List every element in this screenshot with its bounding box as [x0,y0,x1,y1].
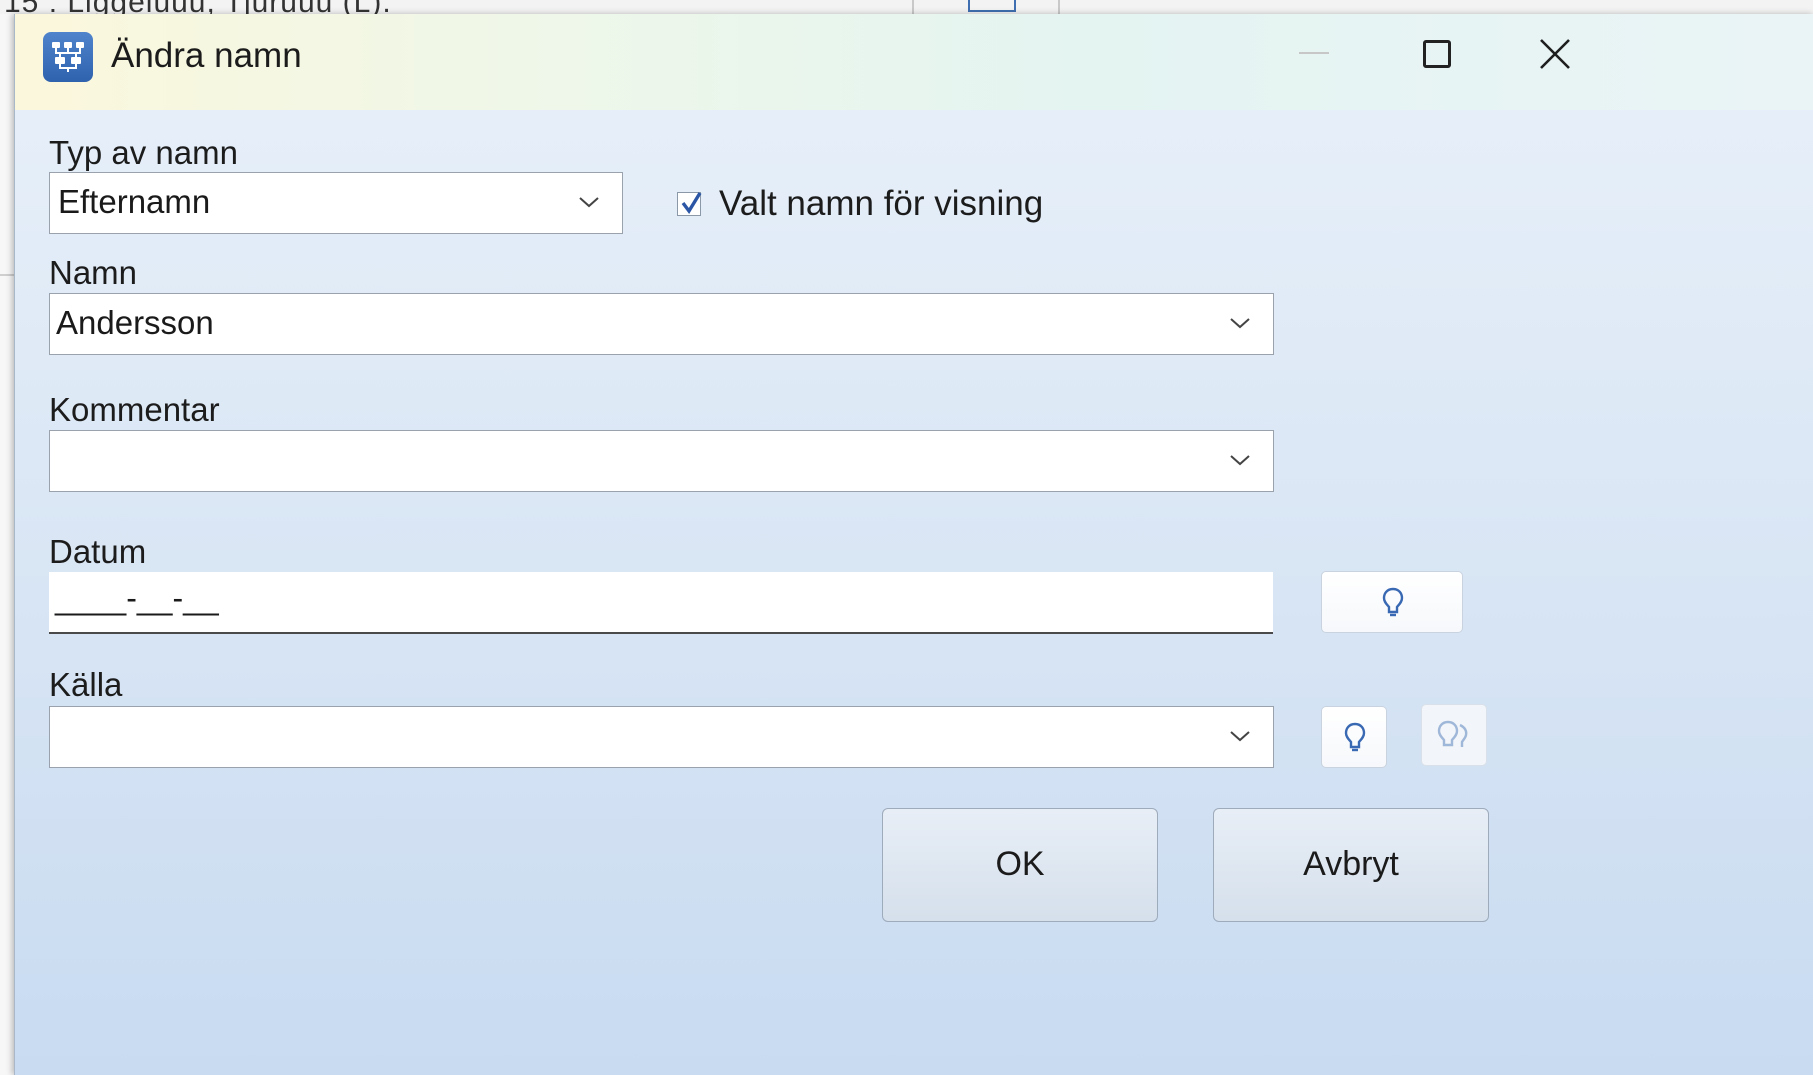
cancel-button[interactable]: Avbryt [1213,808,1489,922]
background-separator [1058,0,1060,14]
name-dropdown[interactable]: Andersson [49,293,1274,355]
background-divider [0,274,14,276]
window-title: Ändra namn [111,36,302,75]
background-toolbar-icon [968,0,1016,12]
background-separator [912,0,914,14]
lightbulb-icon [1382,587,1404,617]
maximize-button[interactable] [1375,14,1495,94]
background-left-column [0,14,15,1075]
close-button[interactable] [1515,14,1813,94]
ok-button[interactable]: OK [882,808,1158,922]
close-icon [1540,39,1570,69]
name-label: Namn [49,254,138,291]
title-bar[interactable]: Ändra namn [15,14,1813,110]
display-name-checkbox[interactable] [677,192,702,216]
name-value: Andersson [56,304,214,341]
minimize-button[interactable] [1255,14,1375,94]
name-type-dropdown[interactable]: Efternamn [49,172,623,234]
chevron-down-icon [1230,731,1250,742]
source-dropdown[interactable] [49,706,1274,768]
source-label: Källa [49,666,123,703]
comment-label: Kommentar [49,391,220,428]
name-type-value: Efternamn [58,183,211,220]
source-extra-button[interactable] [1421,704,1487,766]
background-toolbar: 15 : Liggeluuu, Tjuruuu (L). [0,0,1813,15]
minimize-icon [1299,52,1329,54]
date-hint-button[interactable] [1321,571,1463,633]
comment-dropdown[interactable] [49,430,1274,492]
family-tree-app-icon [43,32,93,82]
date-label: Datum [49,533,147,570]
display-name-checkbox-label: Valt namn för visning [719,184,1044,223]
chevron-down-icon [1230,455,1250,466]
chevron-down-icon [579,197,599,208]
edit-name-dialog: Ändra namn Typ av namn Efternamn Valt na… [14,14,1813,1075]
background-text: 15 : Liggeluuu, Tjuruuu (L). [4,0,392,14]
lightbulbs-icon [1437,720,1468,747]
chevron-down-icon [1230,318,1250,329]
lightbulb-icon [1344,722,1366,752]
checkmark-icon [681,192,702,215]
maximize-icon [1423,40,1451,68]
source-hint-button[interactable] [1321,706,1387,768]
date-mask-text: ____-__-__ [55,580,219,616]
name-type-label: Typ av namn [49,134,238,171]
date-input[interactable]: ____-__-__ [49,572,1273,634]
